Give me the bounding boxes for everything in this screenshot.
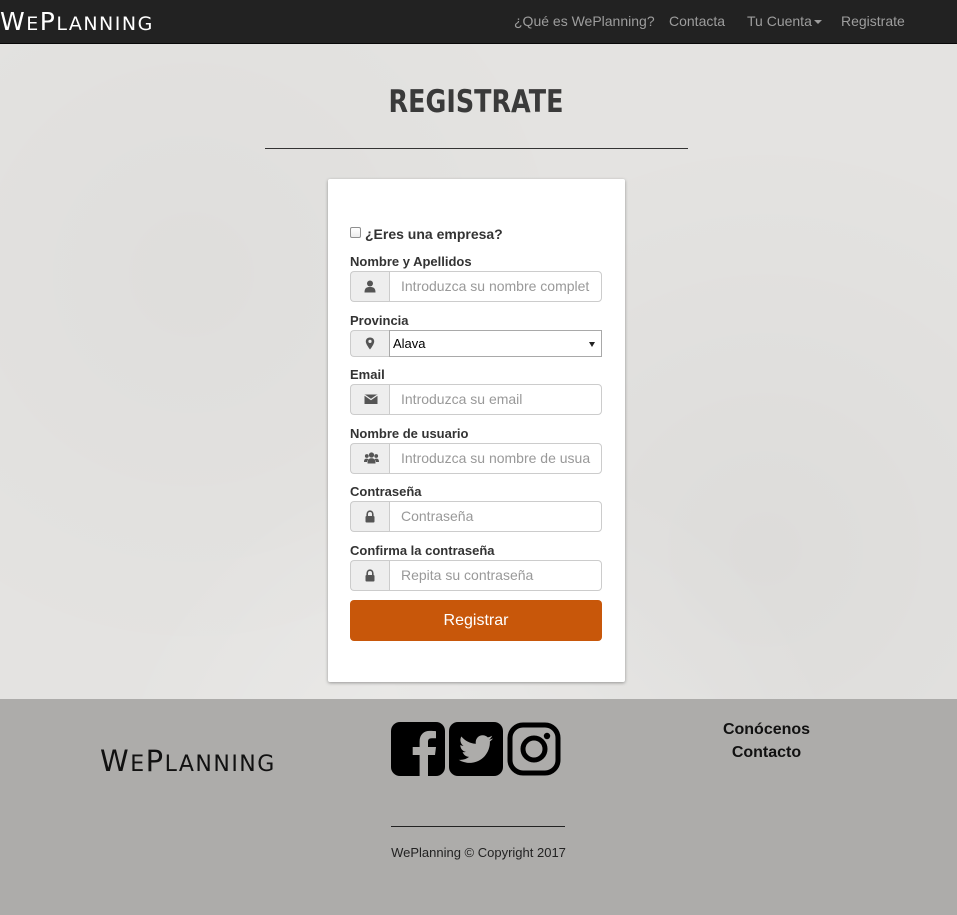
nav-link-register[interactable]: Registrate	[841, 0, 905, 44]
brand-logo[interactable]: WePlanning	[0, 6, 154, 38]
province-select[interactable]: Alava	[389, 330, 602, 357]
copyright-text: WePlanning © Copyright 2017	[391, 845, 566, 860]
password-confirm-input-group: Repita su contraseña	[350, 560, 602, 591]
nav-link-account[interactable]: Tu Cuenta	[747, 0, 822, 44]
footer: WePlanning Conócenos Contacto WePlanning…	[0, 699, 957, 915]
email-input-group: Introduzca su email	[350, 384, 602, 415]
username-addon	[350, 443, 390, 474]
company-checkbox[interactable]	[350, 227, 361, 238]
password-label: Contraseña	[350, 484, 422, 499]
users-icon	[364, 452, 379, 464]
nav-link-account-label: Tu Cuenta	[747, 13, 812, 29]
province-addon	[350, 330, 390, 357]
password-confirm-addon	[350, 560, 390, 591]
select-arrow-icon	[589, 342, 595, 347]
province-input-group: Alava	[350, 330, 602, 357]
footer-link-about[interactable]: Conócenos	[700, 721, 833, 739]
instagram-icon[interactable]	[507, 722, 561, 776]
map-marker-icon	[365, 337, 375, 350]
name-input-group: Introduzca su nombre complet	[350, 271, 602, 302]
email-addon	[350, 384, 390, 415]
facebook-icon[interactable]	[391, 722, 445, 776]
password-input[interactable]: Contraseña	[389, 501, 602, 532]
user-icon	[364, 280, 376, 293]
province-label: Provincia	[350, 313, 409, 328]
email-input[interactable]: Introduzca su email	[389, 384, 602, 415]
password-confirm-label: Confirma la contraseña	[350, 543, 495, 558]
footer-divider	[391, 826, 565, 827]
page-title: REGISTRATE	[388, 84, 564, 120]
top-navbar: WePlanning ¿Qué es WePlanning? Contacta …	[0, 0, 957, 44]
password-input-group: Contraseña	[350, 501, 602, 532]
nav-link-about[interactable]: ¿Qué es WePlanning?	[514, 0, 655, 44]
footer-brand-logo: WePlanning	[100, 744, 276, 778]
name-label: Nombre y Apellidos	[350, 254, 472, 269]
footer-link-contact[interactable]: Contacto	[700, 744, 833, 762]
username-input-group: Introduzca su nombre de usua	[350, 443, 602, 474]
nav-link-contact[interactable]: Contacta	[669, 0, 725, 44]
lock-icon	[365, 510, 375, 523]
password-addon	[350, 501, 390, 532]
password-confirm-input[interactable]: Repita su contraseña	[389, 560, 602, 591]
name-input[interactable]: Introduzca su nombre complet	[389, 271, 602, 302]
caret-down-icon	[813, 20, 822, 25]
name-addon	[350, 271, 390, 302]
title-divider	[265, 148, 688, 149]
username-label: Nombre de usuario	[350, 426, 469, 441]
envelope-icon	[364, 394, 378, 404]
register-form-card: ¿Eres una empresa? Nombre y Apellidos In…	[328, 179, 625, 682]
lock-icon	[365, 569, 375, 582]
username-input[interactable]: Introduzca su nombre de usua	[389, 443, 602, 474]
email-label: Email	[350, 367, 385, 382]
province-select-value: Alava	[393, 336, 426, 351]
twitter-icon[interactable]	[449, 722, 503, 776]
register-button[interactable]: Registrar	[350, 600, 602, 641]
company-checkbox-label[interactable]: ¿Eres una empresa?	[365, 226, 503, 242]
